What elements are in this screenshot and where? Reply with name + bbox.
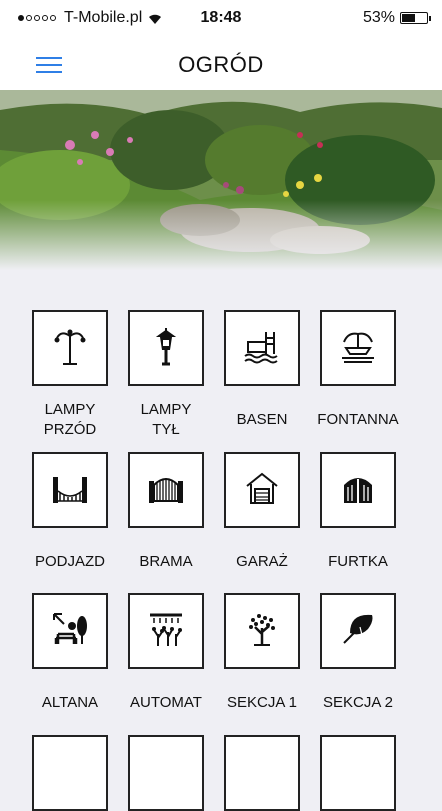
tile-button[interactable] bbox=[224, 452, 300, 528]
tile-brama[interactable]: BRAMA bbox=[118, 452, 214, 572]
tile-button[interactable] bbox=[320, 452, 396, 528]
tile-label: PODJAZD bbox=[22, 552, 118, 572]
tile-podjazd[interactable]: PODJAZD bbox=[22, 452, 118, 572]
gate-icon bbox=[146, 471, 186, 510]
battery-percent: 53% bbox=[362, 9, 395, 26]
tile-button[interactable] bbox=[128, 310, 204, 386]
tile-button[interactable] bbox=[32, 593, 108, 669]
tile-label-line-1: FONTANNA bbox=[317, 411, 399, 428]
tile-label: FONTANNA bbox=[310, 410, 406, 430]
nav-bar: OGRÓD bbox=[0, 40, 442, 90]
tile-label: AUTOMAT bbox=[118, 693, 214, 713]
tree-icon bbox=[243, 610, 281, 653]
tile-partial[interactable] bbox=[22, 735, 118, 811]
tile-label: LAMPY PRZÓD bbox=[22, 400, 118, 440]
driveway-gate-icon bbox=[50, 471, 90, 510]
tile-gara-[interactable]: GARAŻ bbox=[214, 452, 310, 572]
tile-button[interactable] bbox=[320, 735, 396, 811]
tile-partial[interactable] bbox=[214, 735, 310, 811]
tile-partial[interactable] bbox=[118, 735, 214, 811]
tile-button[interactable] bbox=[224, 310, 300, 386]
tile-label-line-1: LAMPY bbox=[140, 401, 192, 418]
tile-label: LAMPY TYŁ bbox=[118, 400, 214, 440]
tile-lampy-ty[interactable]: LAMPY TYŁ bbox=[118, 310, 214, 440]
tile-label: SEKCJA 1 bbox=[214, 693, 310, 713]
fountain-icon bbox=[338, 328, 378, 369]
tile-button[interactable] bbox=[128, 593, 204, 669]
tile-label-line-1: BASEN bbox=[236, 411, 288, 428]
tile-lampy-przd[interactable]: LAMPY PRZÓD bbox=[22, 310, 118, 440]
tile-button[interactable] bbox=[128, 452, 204, 528]
tile-label-line-1: SEKCJA 2 bbox=[322, 694, 394, 711]
tile-altana[interactable]: ALTANA bbox=[22, 593, 118, 713]
tile-button[interactable] bbox=[128, 735, 204, 811]
tile-label-line-2: PRZÓD bbox=[43, 421, 97, 438]
tile-label-line-1: ALTANA bbox=[41, 694, 99, 711]
tile-furtka[interactable]: FURTKA bbox=[310, 452, 406, 572]
tile-label-line-2: TYŁ bbox=[152, 421, 180, 438]
tile-label-line-1: SEKCJA 1 bbox=[226, 694, 298, 711]
pool-icon bbox=[242, 328, 282, 369]
tile-button[interactable] bbox=[32, 310, 108, 386]
status-bar: T-Mobile.pl 18:48 53% bbox=[0, 0, 442, 40]
tile-basen[interactable]: BASEN bbox=[214, 310, 310, 430]
tile-sekcja-1[interactable]: SEKCJA 1 bbox=[214, 593, 310, 713]
tile-label-line-1: BRAMA bbox=[139, 553, 193, 570]
tile-label-line-1: FURTKA bbox=[328, 553, 388, 570]
wall-lantern-icon bbox=[151, 326, 181, 371]
page-title: OGRÓD bbox=[178, 52, 264, 77]
tile-label-line-1: GARAŻ bbox=[236, 553, 288, 570]
tile-sekcja-2[interactable]: SEKCJA 2 bbox=[310, 593, 406, 713]
tile-label: BRAMA bbox=[118, 552, 214, 572]
leaf-icon bbox=[340, 611, 376, 652]
tile-automat[interactable]: AUTOMAT bbox=[118, 593, 214, 713]
wicket-gate-icon bbox=[338, 471, 378, 510]
gazebo-icon bbox=[50, 610, 90, 653]
tile-label: SEKCJA 2 bbox=[310, 693, 406, 713]
tile-label-line-1: AUTOMAT bbox=[130, 694, 202, 711]
street-lamp-icon bbox=[53, 326, 87, 371]
tile-label: FURTKA bbox=[310, 552, 406, 572]
garage-icon bbox=[243, 470, 281, 511]
tile-label: GARAŻ bbox=[214, 552, 310, 572]
tile-button[interactable] bbox=[32, 735, 108, 811]
garden-header-image bbox=[0, 90, 442, 270]
tile-button[interactable] bbox=[224, 735, 300, 811]
tile-button[interactable] bbox=[320, 310, 396, 386]
battery-icon bbox=[400, 12, 431, 24]
tile-label-line-1: LAMPY bbox=[44, 401, 96, 418]
tile-label: ALTANA bbox=[22, 693, 118, 713]
tile-label: BASEN bbox=[214, 410, 310, 430]
tile-button[interactable] bbox=[32, 452, 108, 528]
tile-button[interactable] bbox=[320, 593, 396, 669]
tile-button[interactable] bbox=[224, 593, 300, 669]
sprinkler-icon bbox=[146, 610, 186, 653]
tile-partial[interactable] bbox=[310, 735, 406, 811]
tile-fontanna[interactable]: FONTANNA bbox=[310, 310, 406, 430]
tile-label-line-1: PODJAZD bbox=[34, 553, 105, 570]
